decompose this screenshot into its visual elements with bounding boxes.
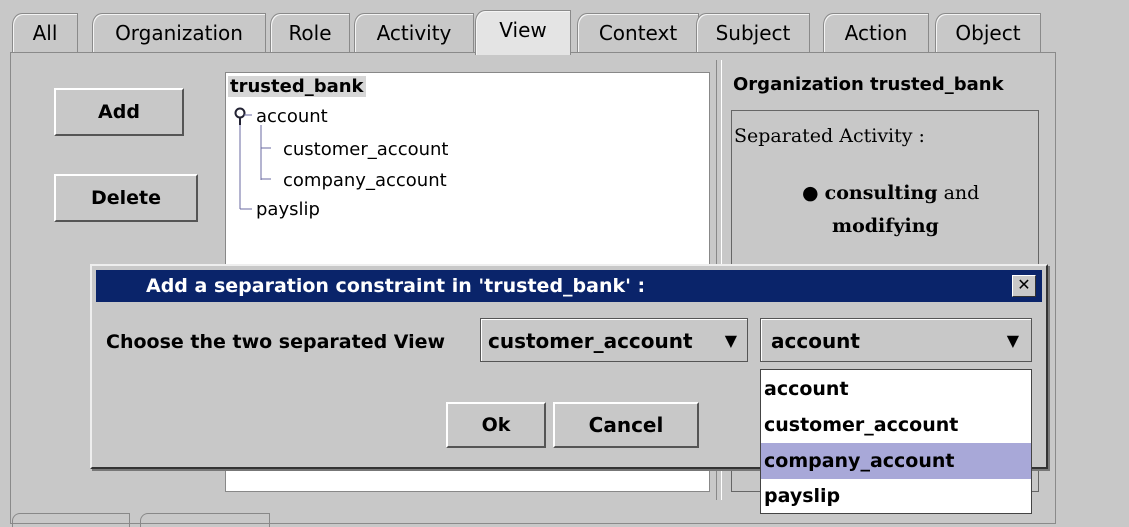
tab-context[interactable]: Context [577,13,699,54]
first-view-value: customer_account [488,329,693,353]
view-options-list[interactable]: account customer_account company_account… [760,369,1032,514]
option-customer-account[interactable]: customer_account [761,407,1031,443]
tree-node-icon [234,107,246,119]
tab-organization[interactable]: Organization [92,13,266,54]
bullet-word-consulting: consulting [824,182,938,204]
tree-item-payslip[interactable]: payslip [256,199,320,220]
bottom-tab-1[interactable] [12,513,130,527]
cancel-button[interactable]: Cancel [553,402,699,448]
tab-role[interactable]: Role [270,13,350,54]
ok-button[interactable]: Ok [446,402,546,448]
bullet-word-modifying: modifying [832,215,939,237]
add-button[interactable]: Add [54,88,184,136]
tree-item-customer-account[interactable]: customer_account [283,139,448,160]
option-account[interactable]: account [761,371,1031,407]
delete-button[interactable]: Delete [54,174,198,222]
choose-label: Choose the two separated View [106,331,446,353]
dialog-title: Add a separation constraint in 'trusted_… [146,275,646,297]
close-icon[interactable]: ✕ [1012,275,1036,297]
second-view-select[interactable]: account ▼ [760,318,1032,362]
tab-all[interactable]: All [12,13,78,54]
tree-root-label[interactable]: trusted_bank [228,76,366,97]
dialog-titlebar[interactable]: Add a separation constraint in 'trusted_… [96,270,1042,302]
tree-item-company-account[interactable]: company_account [283,170,447,191]
bottom-tab-2[interactable] [140,513,270,527]
chevron-down-icon: ▼ [1006,331,1019,350]
bullet-icon: ● [802,182,819,204]
bullet-and: and [937,182,980,204]
tree-item-account[interactable]: account [256,106,328,127]
separated-activity-label: Separated Activity : [734,125,925,147]
second-view-value: account [771,329,860,353]
bullet-line: ● consulting and [802,182,979,204]
option-payslip[interactable]: payslip [761,478,1031,514]
info-header: Organization trusted_bank [733,74,1004,95]
tab-object[interactable]: Object [935,13,1041,54]
tab-view[interactable]: View [475,10,571,55]
tab-activity[interactable]: Activity [354,13,474,54]
first-view-select[interactable]: customer_account ▼ [480,318,748,362]
chevron-down-icon: ▼ [724,331,737,350]
option-company-account[interactable]: company_account [761,443,1031,479]
tab-action[interactable]: Action [823,13,929,54]
tab-subject[interactable]: Subject [696,13,810,54]
